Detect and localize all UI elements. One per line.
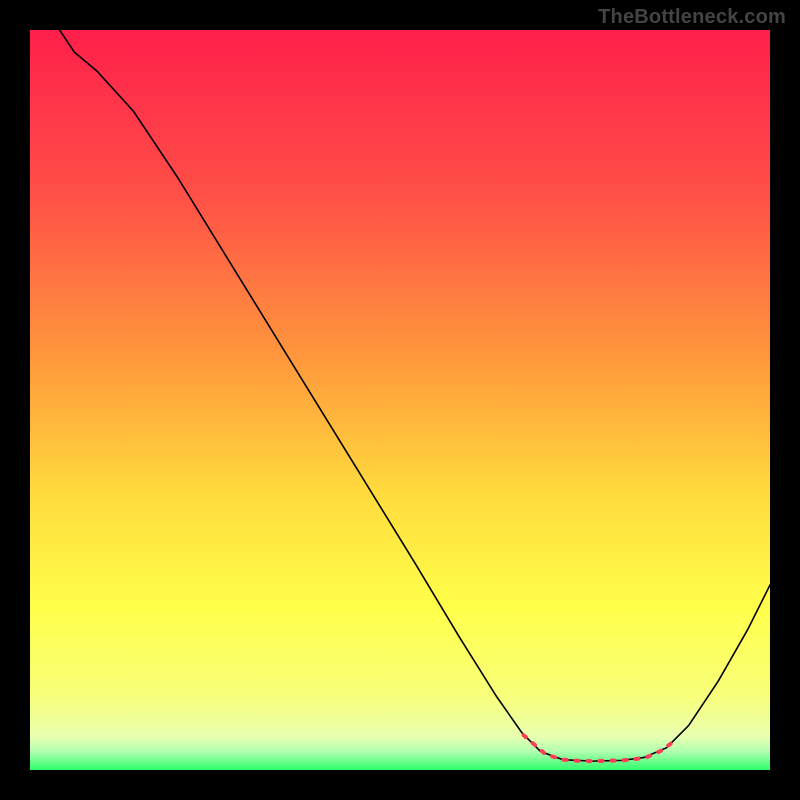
gradient-background xyxy=(30,30,770,770)
plot-area xyxy=(30,30,770,770)
plot-svg xyxy=(30,30,770,770)
watermark-text: TheBottleneck.com xyxy=(598,6,786,29)
chart-container: TheBottleneck.com xyxy=(0,0,800,800)
